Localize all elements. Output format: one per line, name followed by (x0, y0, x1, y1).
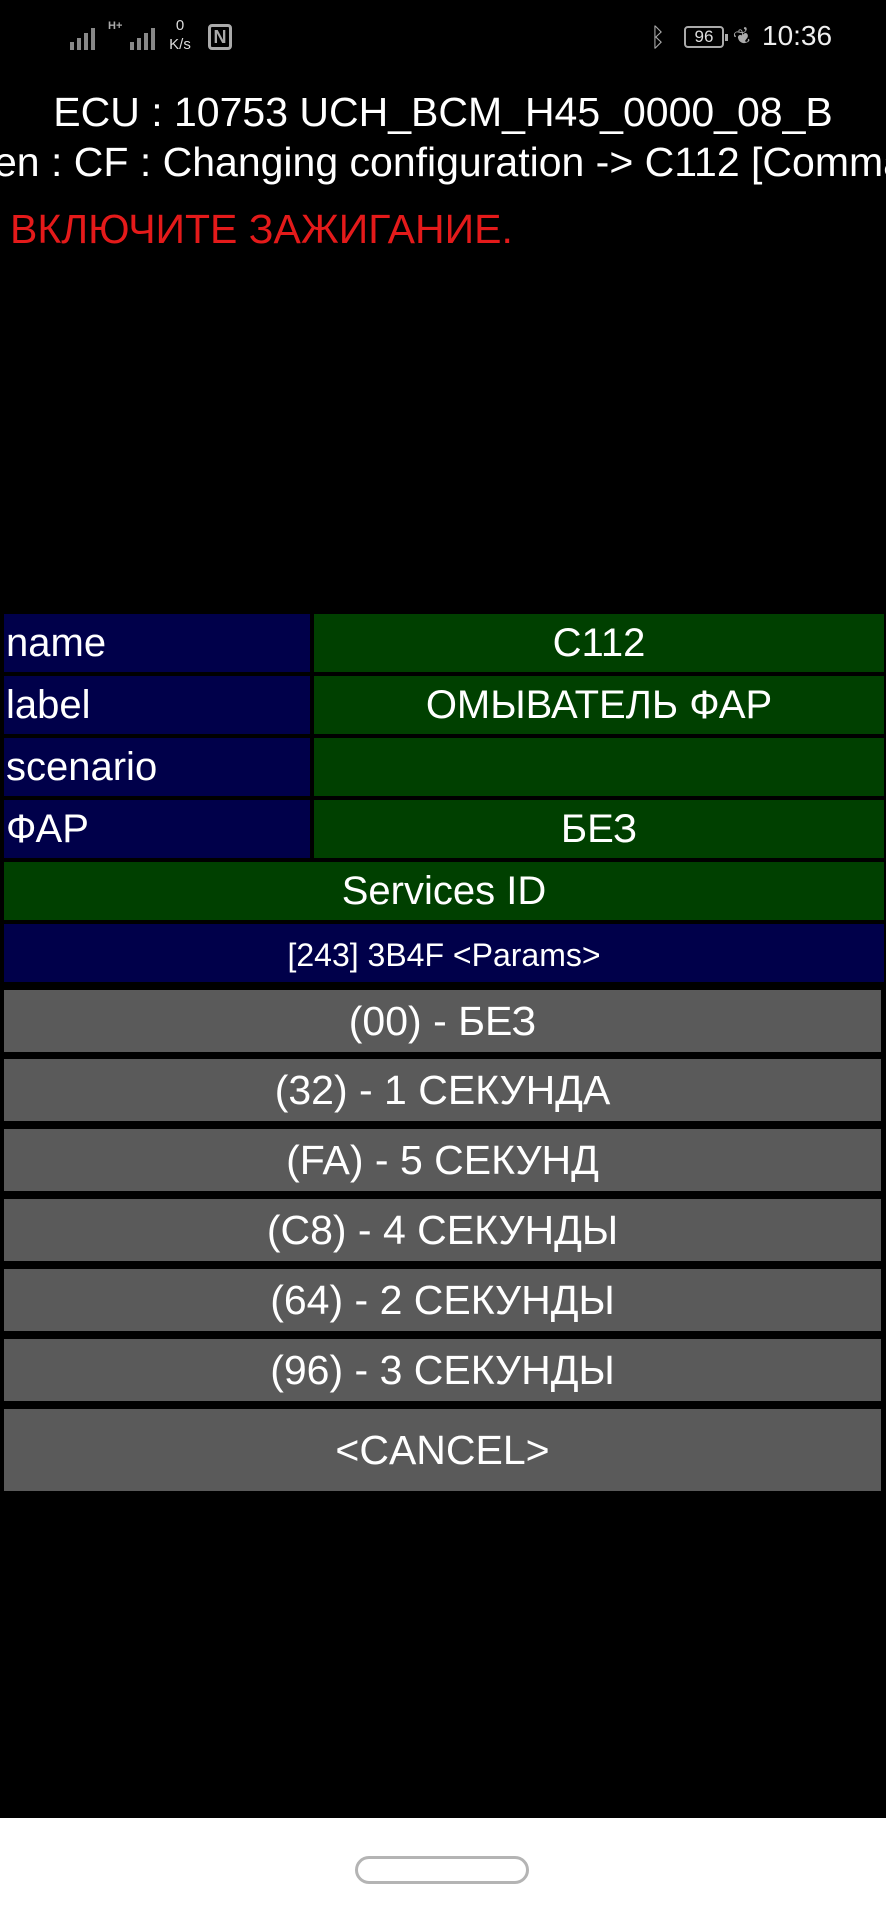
home-gesture-handle[interactable] (355, 1856, 529, 1884)
signal-icon: H+ (108, 20, 155, 50)
network-type-label: H+ (108, 20, 123, 32)
clock: 10:36 (762, 20, 833, 51)
nfc-icon: N (208, 24, 232, 50)
battery-level: 96 (694, 27, 714, 46)
status-bar: H+ 0 K/s N ᛒ 96 ❦ 10:36 (0, 0, 886, 76)
detail-value (314, 738, 884, 796)
cancel-button[interactable]: <CANCEL> (4, 1409, 881, 1491)
network-speed-value: 0 (175, 17, 185, 34)
battery-icon: 96 (684, 26, 728, 48)
network-speed-unit: K/s (169, 36, 191, 53)
ignition-warning: ВКЛЮЧИТЕ ЗАЖИГАНИЕ. (10, 206, 513, 252)
detail-key: scenario (4, 738, 310, 796)
option-button[interactable]: (FA) - 5 СЕКУНД (4, 1129, 881, 1191)
detail-row-scenario: scenario (4, 738, 884, 796)
detail-value: ОМЫВАТЕЛЬ ФАР (314, 676, 884, 734)
signal-icon (70, 22, 95, 50)
option-button[interactable]: (00) - БЕЗ (4, 990, 881, 1052)
params-header: [243] 3B4F <Params> (4, 924, 884, 982)
detail-value: БЕЗ (314, 800, 884, 858)
detail-key: name (4, 614, 310, 672)
power-saving-leaf-icon: ❦ (729, 21, 757, 52)
services-id-header: Services ID (4, 862, 884, 920)
option-button[interactable]: (C8) - 4 СЕКУНДЫ (4, 1199, 881, 1261)
option-button[interactable]: (64) - 2 СЕКУНДЫ (4, 1269, 881, 1331)
detail-row-name: name C112 (4, 614, 884, 672)
network-speed: 0 K/s (160, 16, 200, 54)
ecu-info: ECU : 10753 UCH_BCM_H45_0000_08_B (53, 89, 833, 135)
detail-value: C112 (314, 614, 884, 672)
option-button[interactable]: (32) - 1 СЕКУНДА (4, 1059, 881, 1121)
detail-key: ФАР (4, 800, 310, 858)
screen-info: en : CF : Changing configuration -> C112… (0, 139, 886, 185)
option-button[interactable]: (96) - 3 СЕКУНДЫ (4, 1339, 881, 1401)
detail-row-label: label ОМЫВАТЕЛЬ ФАР (4, 676, 884, 734)
bluetooth-icon: ᛒ (650, 22, 666, 52)
detail-key: label (4, 676, 310, 734)
navigation-bar (0, 1818, 886, 1920)
detail-row-far: ФАР БЕЗ (4, 800, 884, 858)
